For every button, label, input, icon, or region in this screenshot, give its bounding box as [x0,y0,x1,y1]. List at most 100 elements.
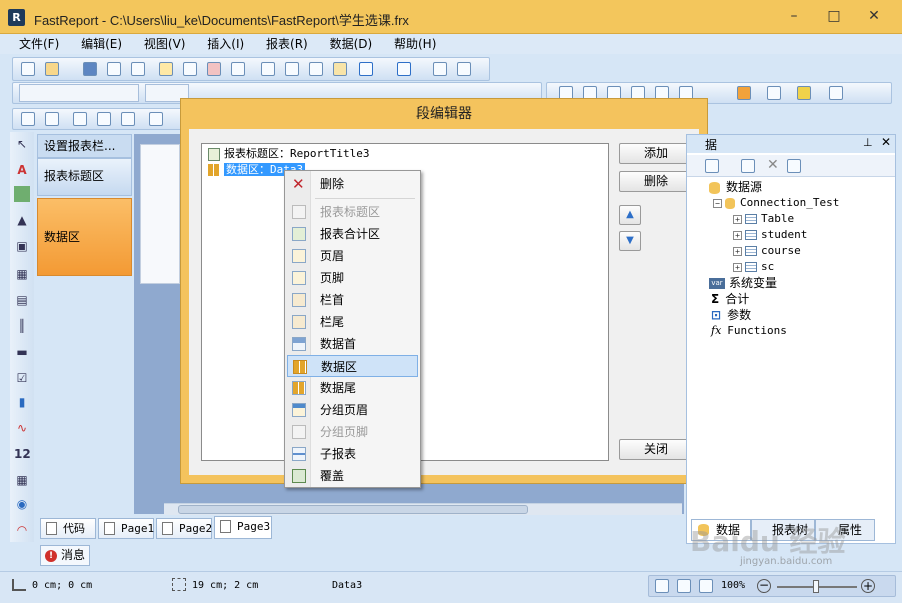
ctx-item-data-header[interactable]: 数据首 [287,333,418,355]
new-page-icon[interactable] [159,62,173,76]
ctx-item-group-header[interactable]: 分组页眉 [287,399,418,421]
format-painter-icon[interactable] [333,62,347,76]
zoom-whole-page-icon[interactable] [677,579,691,593]
ctx-item-report-summary[interactable]: 报表合计区 [287,223,418,245]
tree-item-table[interactable]: + Table [733,211,794,227]
pointer-icon[interactable]: ↖ [14,136,30,152]
table-object-icon[interactable]: ▦ [14,266,30,282]
pin-icon[interactable]: ⊥ [863,136,873,149]
ctx-item-column-footer[interactable]: 栏尾 [287,311,418,333]
new-dialog-icon[interactable] [183,62,197,76]
band-report-title[interactable]: 报表标题区 [37,158,132,196]
shape-object-icon[interactable]: ▲ [14,212,30,228]
tab-page2[interactable]: Page2 [156,518,212,539]
cellular-text-icon[interactable]: ▦ [14,472,30,488]
fill-color-icon[interactable] [737,86,751,100]
tree-item-sc[interactable]: + sc [733,259,774,275]
ctx-item-page-header[interactable]: 页眉 [287,245,418,267]
ctx-item-data-band[interactable]: 数据区 [287,355,418,377]
new-report-icon[interactable] [21,62,35,76]
tree-item-functions[interactable]: fx Functions [711,323,787,339]
close-dialog-button[interactable]: 关闭 [619,439,693,460]
ungroup-icon[interactable] [457,62,471,76]
menu-edit[interactable]: 编辑(E) [72,34,131,54]
delete-page-icon[interactable] [207,62,221,76]
maximize-button[interactable]: □ [820,6,848,26]
expand-icon[interactable]: + [733,214,742,224]
band-setup-header[interactable]: 设置报表栏... [37,134,132,158]
horizontal-scrollbar[interactable] [164,503,682,515]
expand-icon[interactable]: + [733,246,742,256]
zip-code-icon[interactable]: 12 [14,446,31,462]
menu-file[interactable]: 文件(F) [10,34,68,54]
scroll-thumb[interactable] [178,505,528,514]
paste-icon[interactable] [309,62,323,76]
panel-close-icon[interactable]: ✕ [881,135,891,149]
align-grid-icon[interactable] [21,112,35,126]
menu-report[interactable]: 报表(R) [257,34,317,54]
tab-page1[interactable]: Page1 [98,518,154,539]
chart-object-icon[interactable]: ▮ [14,394,30,410]
menu-insert[interactable]: 插入(I) [198,34,253,54]
expand-icon[interactable]: + [733,262,742,272]
open-icon[interactable] [45,62,59,76]
picture-object-icon[interactable] [14,186,30,202]
view-icon[interactable] [787,159,801,173]
align-center-icon[interactable] [97,112,111,126]
rich-text-icon[interactable]: ▬ [14,344,30,360]
cut-icon[interactable] [261,62,275,76]
page-setup-icon[interactable] [231,62,245,76]
frame-icon[interactable] [767,86,781,100]
checkbox-object-icon[interactable]: ☑ [14,370,30,386]
move-down-button[interactable]: ▼ [619,231,641,251]
preview-icon[interactable] [131,62,145,76]
collapse-icon[interactable]: − [713,198,722,208]
ctx-item-column-header[interactable]: 栏首 [287,289,418,311]
align-right-icon[interactable] [121,112,135,126]
tree-item-datasources[interactable]: 数据源 [709,179,762,195]
redo-icon[interactable] [397,62,411,76]
add-band-button[interactable]: 添加 [619,143,693,164]
save-icon[interactable] [83,62,97,76]
tree-item-system-variables[interactable]: var 系统变量 [709,275,777,291]
band-data[interactable]: 数据区 [37,198,132,276]
copy-icon[interactable] [285,62,299,76]
sparkline-icon[interactable]: ∿ [14,420,30,436]
ctx-item-delete[interactable]: ✕ 删除 [287,173,418,195]
delete-datasource-icon[interactable]: ✕ [767,157,779,173]
tree-item-parameters[interactable]: ⊡ 参数 [711,307,751,323]
zoom-out-icon[interactable]: − [757,579,771,593]
tab-code[interactable]: 代码 [40,518,96,539]
zoom-page-width-icon[interactable] [655,579,669,593]
zoom-slider-thumb[interactable] [813,580,819,593]
align-left-icon[interactable] [73,112,87,126]
close-window-button[interactable]: ✕ [860,6,888,26]
text-object-icon[interactable]: A [14,162,30,178]
band-tree-item-report-title[interactable]: 报表标题区：ReportTitle3 [208,146,369,162]
delete-band-button[interactable]: 删除 [619,171,693,192]
line-style-icon[interactable] [829,86,843,100]
menu-data[interactable]: 数据(D) [321,34,382,54]
ctx-item-child-band[interactable]: 子报表 [287,443,418,465]
menu-help[interactable]: 帮助(H) [385,34,445,54]
align-top-icon[interactable] [149,112,163,126]
menu-view[interactable]: 视图(V) [135,34,195,54]
fit-grid-icon[interactable] [45,112,59,126]
matrix-object-icon[interactable]: ▤ [14,292,30,308]
expand-icon[interactable]: + [733,230,742,240]
map-object-icon[interactable]: ◉ [14,496,30,512]
tab-page3[interactable]: Page3 [214,516,272,539]
zoom-in-icon[interactable]: + [861,579,875,593]
font-name-combo[interactable] [19,84,139,102]
tree-item-course[interactable]: + course [733,243,801,259]
tree-item-totals[interactable]: Σ 合计 [711,291,749,307]
move-up-button[interactable]: ▲ [619,205,641,225]
minimize-button[interactable]: – [780,6,808,26]
messages-tab[interactable]: ! 消息 [40,545,90,566]
line-color-icon[interactable] [797,86,811,100]
group-icon[interactable] [433,62,447,76]
ctx-item-page-footer[interactable]: 页脚 [287,267,418,289]
ctx-item-overlay[interactable]: 覆盖 [287,465,418,487]
actions-icon[interactable] [705,159,719,173]
zoom-100-icon[interactable] [699,579,713,593]
